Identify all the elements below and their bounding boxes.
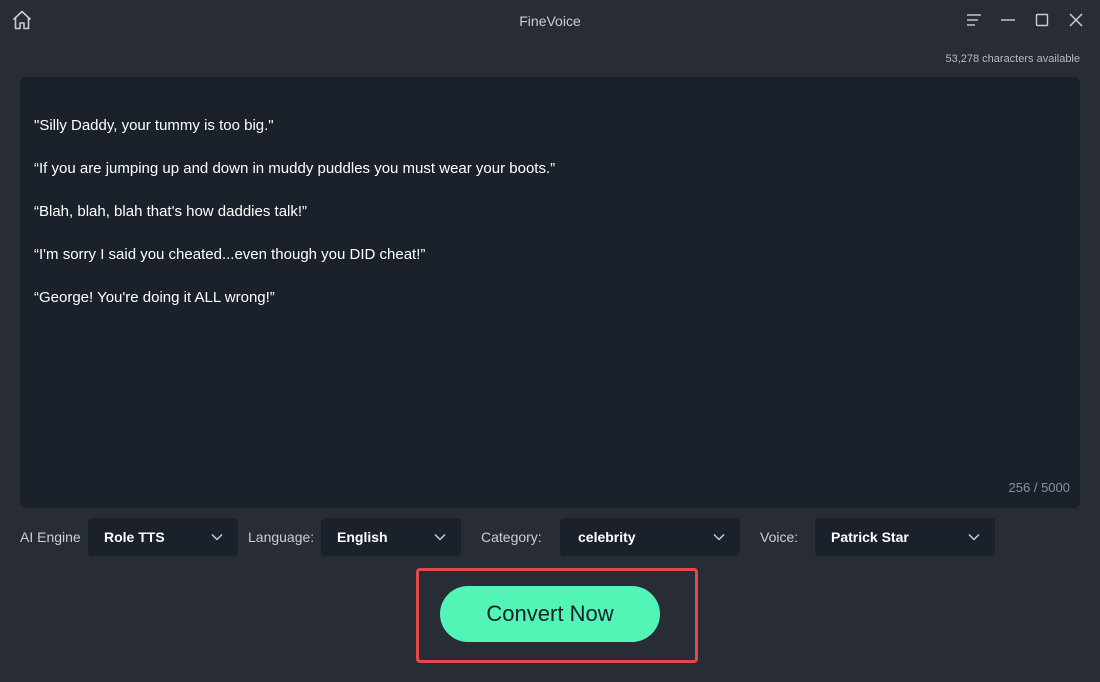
category-label: Category: [481, 529, 542, 545]
voice-value: Patrick Star [831, 529, 909, 545]
title-bar: FineVoice [0, 0, 1100, 44]
characters-available: 53,278 characters available [945, 53, 1080, 65]
chevron-down-icon [433, 530, 447, 544]
editor-line: “George! You're doing it ALL wrong!” [34, 288, 275, 306]
ai-engine-value: Role TTS [104, 529, 165, 545]
ai-engine-dropdown[interactable]: Role TTS [88, 518, 238, 556]
window-controls [962, 10, 1088, 34]
minimize-icon [1000, 12, 1016, 33]
menu-button[interactable] [962, 10, 986, 34]
editor-line: “If you are jumping up and down in muddy… [34, 159, 556, 177]
category-dropdown[interactable]: celebrity [560, 518, 740, 556]
text-editor[interactable]: "Silly Daddy, your tummy is too big." “I… [20, 77, 1080, 508]
editor-line: “Blah, blah, blah that's how daddies tal… [34, 202, 308, 220]
editor-line: "Silly Daddy, your tummy is too big." [34, 116, 274, 134]
voice-dropdown[interactable]: Patrick Star [815, 518, 995, 556]
chevron-down-icon [967, 530, 981, 544]
app-title: FineVoice [519, 13, 581, 29]
options-row: AI Engine Role TTS Language: English Cat… [20, 518, 1080, 556]
minimize-button[interactable] [996, 10, 1020, 34]
character-counter: 256 / 5000 [1008, 480, 1070, 495]
language-label: Language: [248, 529, 315, 545]
editor-text[interactable]: "Silly Daddy, your tummy is too big." “I… [34, 93, 1066, 330]
maximize-icon [1034, 12, 1050, 33]
chevron-down-icon [712, 530, 726, 544]
convert-now-button[interactable]: Convert Now [440, 586, 660, 642]
app-window: FineVoice 53,278 characters available "S… [0, 0, 1100, 682]
menu-icon [966, 12, 982, 33]
category-value: celebrity [578, 529, 636, 545]
language-value: English [337, 529, 388, 545]
maximize-button[interactable] [1030, 10, 1054, 34]
editor-line: “I'm sorry I said you cheated...even tho… [34, 245, 426, 263]
chevron-down-icon [210, 530, 224, 544]
voice-label: Voice: [760, 529, 799, 545]
language-dropdown[interactable]: English [321, 518, 461, 556]
close-icon [1068, 12, 1084, 33]
ai-engine-label: AI Engine [20, 529, 81, 545]
close-button[interactable] [1064, 10, 1088, 34]
